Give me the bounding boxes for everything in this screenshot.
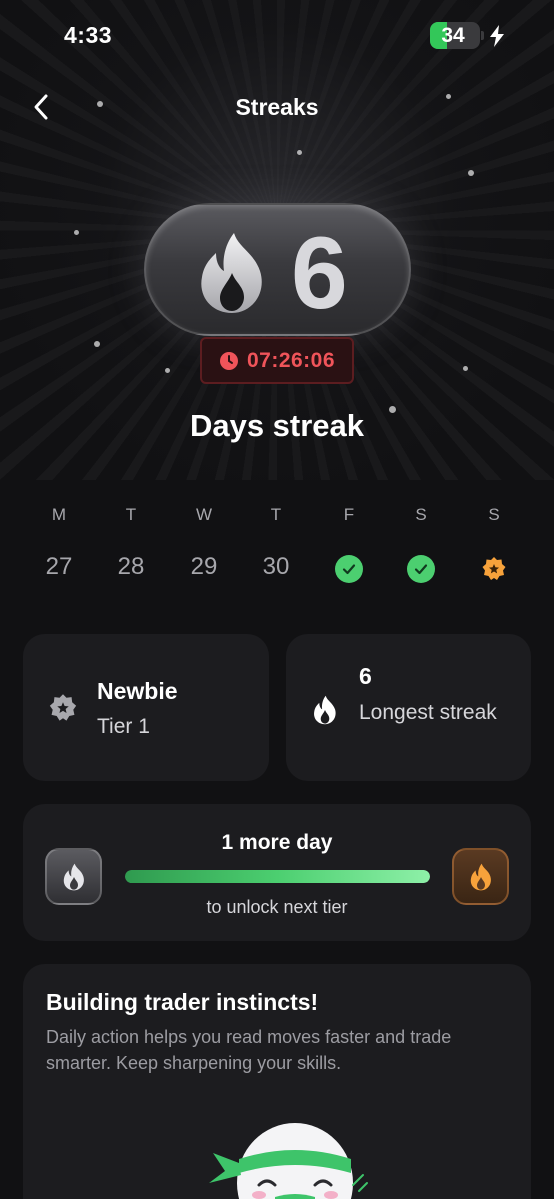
day-column: S (458, 500, 530, 583)
info-card: Building trader instincts! Daily action … (23, 964, 531, 1199)
day-name: S (488, 505, 500, 524)
sparkle-dot (446, 94, 451, 99)
timer-text: 07:26:06 (246, 348, 336, 372)
day-column: T 30 (240, 500, 312, 582)
day-column: M 27 (23, 500, 95, 582)
check-icon (407, 555, 435, 583)
flame-icon (314, 695, 336, 725)
tier-card[interactable]: Newbie Tier 1 (23, 634, 269, 781)
day-column: T 28 (95, 500, 167, 582)
navigation-bar: Streaks (0, 82, 554, 132)
sparkle-dot (297, 150, 302, 155)
streak-count: 6 (291, 216, 348, 330)
day-column: F (313, 500, 385, 583)
progress-title: 1 more day (221, 831, 333, 854)
status-time: 4:33 (64, 22, 113, 48)
longest-streak-value: 6 (359, 663, 372, 689)
info-title: Building trader instincts! (46, 989, 319, 1015)
day-column: W 29 (168, 500, 240, 582)
battery-percent: 34 (441, 24, 465, 47)
day-column: S (385, 500, 457, 583)
charging-bolt-icon (490, 25, 504, 47)
tier-progress-card: 1 more day to unlock next tier (23, 804, 531, 941)
sparkle-dot (463, 366, 468, 371)
battery-nub (481, 31, 484, 40)
progress-bar-fill (125, 870, 430, 883)
day-name: S (415, 505, 427, 524)
day-date: 30 (262, 553, 290, 580)
status-bar: 4:33 34 (0, 0, 554, 72)
day-date: 29 (190, 553, 218, 580)
streak-label: Days streak (189, 408, 365, 443)
day-name: T (270, 505, 282, 524)
day-name: W (195, 505, 213, 524)
longest-streak-label: Longest streak (359, 701, 497, 724)
flame-icon (470, 863, 491, 890)
sparkle-dot (94, 341, 100, 347)
day-name: M (51, 505, 67, 524)
info-body: Daily action helps you read moves faster… (46, 1027, 452, 1073)
sparkle-dot (468, 170, 474, 176)
today-star-badge-icon (480, 555, 508, 583)
tier-badge-icon (49, 694, 77, 721)
progress-subtitle: to unlock next tier (206, 897, 348, 917)
flame-icon (201, 233, 262, 313)
day-name: T (125, 505, 137, 524)
day-name: F (343, 505, 355, 524)
clock-icon (219, 351, 238, 370)
day-date: 28 (117, 553, 145, 580)
streak-timer: 07:26:06 (200, 337, 354, 384)
sparkle-dot (97, 101, 103, 107)
longest-streak-card[interactable]: 6 Longest streak (286, 634, 531, 781)
page-title: Streaks (235, 94, 319, 120)
battery-icon: 34 (430, 22, 480, 49)
flame-icon (63, 863, 84, 890)
sparkle-dot (74, 230, 79, 235)
ninja-mascot-illustration (209, 1123, 368, 1199)
day-date: 27 (45, 553, 73, 580)
check-icon (335, 555, 363, 583)
progress-bar (125, 870, 430, 883)
tier-level: Tier 1 (97, 715, 150, 738)
sparkle-dot (165, 368, 170, 373)
streak-counter-pill: 6 (144, 203, 411, 336)
week-calendar: M 27 T 28 W 29 T 30 F S S (23, 500, 531, 590)
tier-name: Newbie (97, 678, 178, 704)
